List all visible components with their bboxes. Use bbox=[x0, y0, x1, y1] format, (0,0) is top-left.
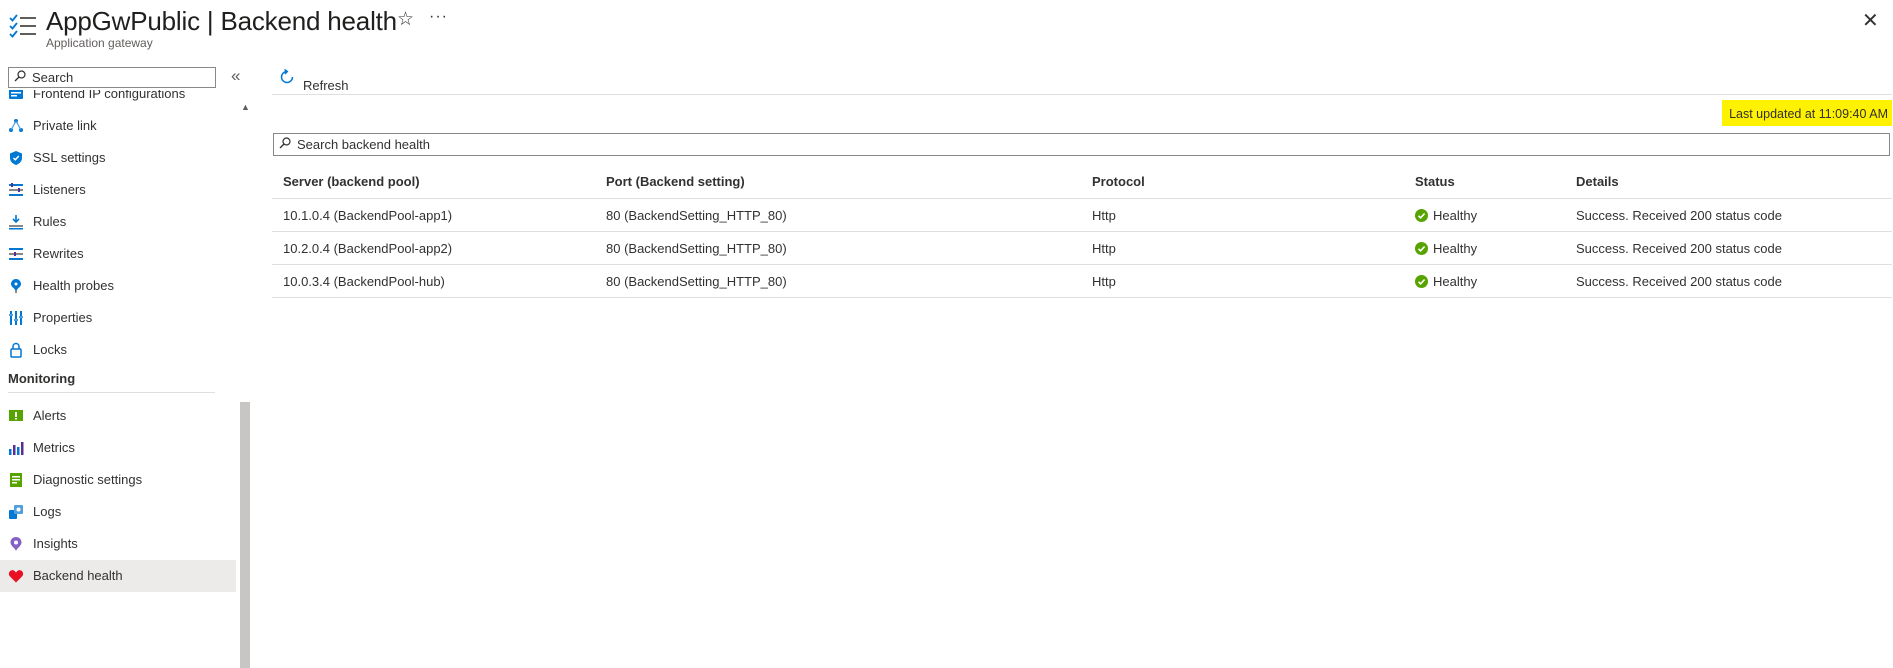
menu-search-box[interactable] bbox=[8, 67, 216, 88]
sidebar-item-private-link[interactable]: Private link bbox=[0, 110, 236, 142]
favorite-star-icon[interactable]: ☆ bbox=[397, 8, 414, 31]
sidebar-item-label: SSL settings bbox=[33, 150, 106, 165]
sidebar-item-frontend-ip[interactable]: Frontend IP configurations bbox=[0, 90, 236, 110]
sidebar-item-label: Rewrites bbox=[33, 246, 84, 261]
properties-icon bbox=[9, 311, 23, 325]
insights-icon bbox=[10, 537, 22, 551]
healthy-check-icon bbox=[1415, 242, 1428, 255]
healthy-check-icon bbox=[1415, 275, 1428, 288]
sidebar-item-logs[interactable]: Logs bbox=[0, 496, 236, 528]
menu-search-input[interactable] bbox=[32, 69, 210, 86]
sidebar-item-properties[interactable]: Properties bbox=[0, 302, 236, 334]
sidebar-item-label: Health probes bbox=[33, 278, 114, 293]
sidebar-item-label: Logs bbox=[33, 504, 62, 519]
cell-server: 10.0.3.4 (BackendPool-hub) bbox=[283, 274, 445, 289]
heart-icon bbox=[8, 570, 24, 583]
healthy-check-icon bbox=[1415, 209, 1428, 222]
sidebar-item-label: Properties bbox=[33, 310, 93, 325]
health-probe-icon bbox=[11, 279, 21, 293]
backend-health-search-input[interactable] bbox=[297, 136, 1877, 153]
more-options-button[interactable]: ··· bbox=[429, 8, 448, 26]
cell-port: 80 (BackendSetting_HTTP_80) bbox=[606, 274, 787, 289]
cell-protocol: Http bbox=[1092, 208, 1116, 223]
sidebar-item-alerts[interactable]: Alerts bbox=[0, 400, 236, 432]
sidebar-item-label: Listeners bbox=[33, 182, 86, 197]
page-subtitle: Application gateway bbox=[46, 36, 153, 50]
close-icon[interactable]: ✕ bbox=[1862, 8, 1879, 33]
sidebar-item-label: Metrics bbox=[33, 440, 75, 455]
sidebar-item-label: Frontend IP configurations bbox=[33, 90, 186, 101]
cell-protocol: Http bbox=[1092, 241, 1116, 256]
scroll-up-arrow-icon[interactable]: ▲ bbox=[241, 102, 250, 112]
backend-health-search-box[interactable] bbox=[273, 133, 1890, 156]
metrics-icon bbox=[9, 442, 24, 455]
blade-header: AppGwPublic | Backend health Application… bbox=[0, 0, 1893, 58]
sidebar-item-metrics[interactable]: Metrics bbox=[0, 432, 236, 464]
status-label: Healthy bbox=[1433, 274, 1478, 289]
cell-details: Success. Received 200 status code bbox=[1576, 274, 1782, 289]
sidebar-item-backend-health[interactable]: Backend health bbox=[0, 560, 236, 592]
logs-icon bbox=[9, 505, 23, 519]
sidebar-item-insights[interactable]: Insights bbox=[0, 528, 236, 560]
table-row[interactable]: 10.0.3.4 (BackendPool-hub) 80 (BackendSe… bbox=[272, 265, 1892, 298]
column-header-details[interactable]: Details bbox=[1576, 174, 1619, 189]
menu-list: Frontend IP configurations Private link … bbox=[0, 90, 236, 606]
column-header-server[interactable]: Server (backend pool) bbox=[283, 174, 420, 189]
sidebar-item-diagnostic-settings[interactable]: Diagnostic settings bbox=[0, 464, 236, 496]
refresh-icon bbox=[280, 68, 294, 84]
cell-protocol: Http bbox=[1092, 274, 1116, 289]
status-label: Healthy bbox=[1433, 241, 1478, 256]
cell-server: 10.2.0.4 (BackendPool-app2) bbox=[283, 241, 453, 256]
grid-header-row: Server (backend pool) Port (Backend sett… bbox=[272, 166, 1892, 199]
ssl-shield-icon bbox=[10, 151, 22, 165]
sidebar-item-label: Insights bbox=[33, 536, 78, 551]
listeners-icon bbox=[9, 183, 23, 196]
private-link-icon bbox=[9, 119, 23, 132]
app-gateway-icon bbox=[9, 14, 36, 38]
search-icon bbox=[279, 137, 291, 149]
backend-health-grid: Server (backend pool) Port (Backend sett… bbox=[272, 166, 1892, 298]
cell-port: 80 (BackendSetting_HTTP_80) bbox=[606, 241, 787, 256]
table-row[interactable]: 10.1.0.4 (BackendPool-app1) 80 (BackendS… bbox=[272, 199, 1892, 232]
alerts-icon bbox=[9, 410, 23, 421]
status-label: Healthy bbox=[1433, 208, 1478, 223]
sidebar-item-health-probes[interactable]: Health probes bbox=[0, 270, 236, 302]
sidebar-item-label: Private link bbox=[33, 118, 97, 133]
lock-icon bbox=[10, 342, 22, 358]
section-monitoring: Monitoring bbox=[8, 371, 76, 386]
column-header-port[interactable]: Port (Backend setting) bbox=[606, 174, 745, 189]
collapse-menu-icon[interactable]: « bbox=[231, 66, 240, 86]
column-header-protocol[interactable]: Protocol bbox=[1092, 174, 1145, 189]
cell-server: 10.1.0.4 (BackendPool-app1) bbox=[283, 208, 453, 223]
cell-details: Success. Received 200 status code bbox=[1576, 208, 1782, 223]
sidebar-item-label: Rules bbox=[33, 214, 67, 229]
cell-details: Success. Received 200 status code bbox=[1576, 241, 1782, 256]
sidebar-item-ssl-settings[interactable]: SSL settings bbox=[0, 142, 236, 174]
rewrites-icon bbox=[9, 248, 23, 260]
sidebar-item-rewrites[interactable]: Rewrites bbox=[0, 238, 236, 270]
sidebar-item-label: Backend health bbox=[33, 568, 123, 583]
section-divider bbox=[8, 392, 215, 393]
sidebar-item-label: Locks bbox=[33, 342, 67, 357]
page-title: AppGwPublic | Backend health bbox=[46, 6, 397, 36]
resource-menu: « Frontend IP configurations Private lin… bbox=[0, 62, 252, 668]
command-bar-divider bbox=[272, 94, 1892, 95]
column-header-status[interactable]: Status bbox=[1415, 174, 1455, 189]
menu-scrollbar-thumb[interactable] bbox=[240, 402, 250, 668]
frontend-ip-icon bbox=[9, 90, 23, 99]
sidebar-item-rules[interactable]: Rules bbox=[0, 206, 236, 238]
last-updated-banner: Last updated at 11:09:40 AM bbox=[1722, 100, 1892, 126]
search-icon bbox=[14, 70, 26, 82]
diagnostic-settings-icon bbox=[10, 473, 22, 487]
last-updated-text: Last updated at 11:09:40 AM bbox=[1729, 107, 1888, 121]
sidebar-item-label: Alerts bbox=[33, 408, 67, 423]
sidebar-item-locks[interactable]: Locks bbox=[0, 334, 236, 366]
rules-icon bbox=[9, 215, 23, 230]
cell-port: 80 (BackendSetting_HTTP_80) bbox=[606, 208, 787, 223]
main-content: Refresh Last updated at 11:09:40 AM Serv… bbox=[272, 58, 1893, 606]
sidebar-item-listeners[interactable]: Listeners bbox=[0, 174, 236, 206]
sidebar-item-label: Diagnostic settings bbox=[33, 472, 143, 487]
refresh-label: Refresh bbox=[303, 78, 349, 93]
table-row[interactable]: 10.2.0.4 (BackendPool-app2) 80 (BackendS… bbox=[272, 232, 1892, 265]
